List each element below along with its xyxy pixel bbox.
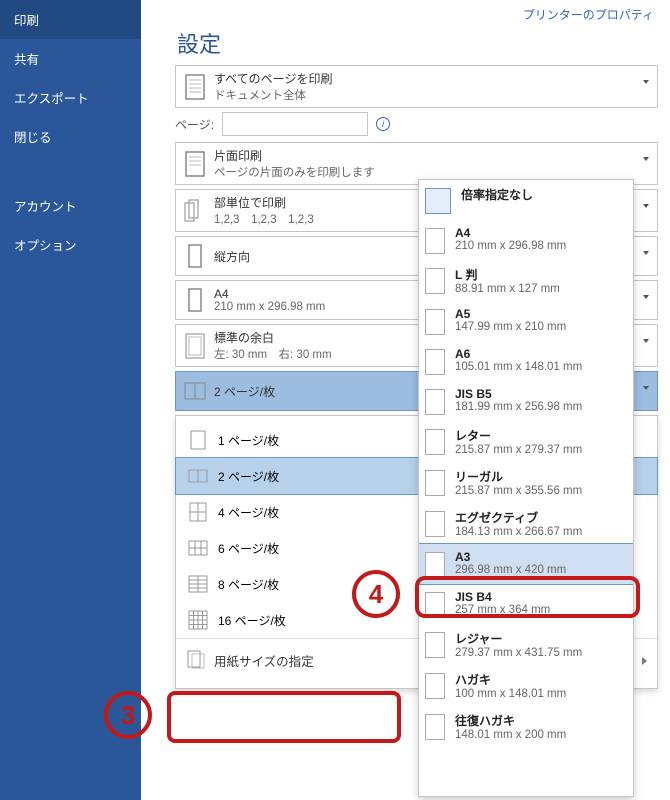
paper-icon	[182, 285, 208, 315]
paper-option-name: JIS B4	[455, 590, 550, 604]
collate-icon	[182, 196, 208, 226]
paper-thumb-icon	[425, 673, 445, 699]
paper-option-dim: 296.98 mm x 420 mm	[455, 564, 566, 576]
pages-input[interactable]	[222, 112, 368, 136]
paper-option-0[interactable]: 倍率指定なし	[419, 180, 633, 220]
paper-option-dim: 279.37 mm x 431.75 mm	[455, 647, 582, 659]
paper-option-name: リーガル	[455, 468, 582, 485]
paper-option-5[interactable]: JIS B5181.99 mm x 256.98 mm	[419, 381, 633, 421]
paper-thumb-icon	[425, 470, 445, 496]
arrow-right-icon	[642, 657, 647, 665]
eight-up-icon	[186, 572, 210, 596]
margin-icon	[182, 331, 208, 361]
sidebar-item-options[interactable]: オプション	[0, 225, 141, 264]
sidebar-item-close[interactable]: 閉じる	[0, 117, 141, 156]
chevron-down-icon	[643, 251, 649, 255]
print-range-dropdown[interactable]: すべてのページを印刷 ドキュメント全体	[175, 65, 658, 108]
paper-thumb-icon	[425, 188, 451, 214]
chevron-down-icon	[643, 80, 649, 84]
info-icon[interactable]: i	[376, 117, 390, 131]
paper-option-dim: 215.87 mm x 279.37 mm	[455, 444, 582, 456]
sidebar-item-print[interactable]: 印刷	[0, 0, 141, 39]
paper-option-name: A4	[455, 226, 566, 240]
paper-option-9[interactable]: A3296.98 mm x 420 mm	[418, 543, 634, 585]
paper-thumb-icon	[425, 511, 445, 537]
backstage-sidebar: 印刷 共有 エクスポート 閉じる アカウント オプション	[0, 0, 141, 800]
settings-title: 設定	[141, 25, 664, 65]
paper-option-dim: 210 mm x 296.98 mm	[455, 240, 566, 252]
paper-thumb-icon	[425, 714, 445, 740]
paper-thumb-icon	[425, 309, 445, 335]
pages-label: ページ:	[175, 116, 214, 133]
paper-option-name: レター	[455, 427, 582, 444]
print-range-value: すべてのページを印刷	[214, 70, 651, 87]
paper-option-name: JIS B5	[455, 387, 582, 401]
paper-thumb-icon	[425, 592, 445, 618]
single-side-icon	[182, 149, 208, 179]
paper-option-dim: 88.91 mm x 127 mm	[455, 283, 560, 295]
chevron-down-icon	[643, 157, 649, 161]
paper-option-13[interactable]: 往復ハガキ148.01 mm x 200 mm	[419, 706, 633, 747]
paper-option-dim: 215.87 mm x 355.56 mm	[455, 485, 582, 497]
paper-option-dim: 148.01 mm x 200 mm	[455, 729, 566, 741]
paper-option-name: A3	[455, 550, 566, 564]
paper-thumb-icon	[425, 268, 445, 294]
chevron-down-icon	[643, 339, 649, 343]
paper-option-dim: 147.99 mm x 210 mm	[455, 321, 566, 333]
printer-properties-link[interactable]: プリンターのプロパティ	[141, 0, 664, 25]
scale-paper-icon	[186, 649, 206, 672]
sidebar-item-share[interactable]: 共有	[0, 39, 141, 78]
sidebar-item-export[interactable]: エクスポート	[0, 78, 141, 117]
paper-option-1[interactable]: A4210 mm x 296.98 mm	[419, 220, 633, 260]
paper-option-name: エグゼクティブ	[455, 509, 582, 526]
paper-thumb-icon	[425, 632, 445, 658]
portrait-icon	[182, 241, 208, 271]
paper-option-2[interactable]: L 判88.91 mm x 127 mm	[419, 260, 633, 301]
paper-option-6[interactable]: レター215.87 mm x 279.37 mm	[419, 421, 633, 462]
chevron-down-icon	[643, 295, 649, 299]
chevron-down-icon	[643, 386, 649, 390]
paper-option-dim: 181.99 mm x 256.98 mm	[455, 401, 582, 413]
paper-thumb-icon	[425, 552, 445, 578]
paper-option-name: A5	[455, 307, 566, 321]
callout-4-circle: 4	[352, 570, 400, 618]
paper-option-8[interactable]: エグゼクティブ184.13 mm x 266.67 mm	[419, 503, 633, 544]
callout-3-circle: 3	[104, 691, 152, 739]
paper-option-4[interactable]: A6105.01 mm x 148.01 mm	[419, 341, 633, 381]
two-up-icon	[182, 376, 208, 406]
paper-thumb-icon	[425, 389, 445, 415]
paper-thumb-icon	[425, 228, 445, 254]
paper-option-7[interactable]: リーガル215.87 mm x 355.56 mm	[419, 462, 633, 503]
paper-option-10[interactable]: JIS B4257 mm x 364 mm	[419, 584, 633, 624]
paper-option-dim: 257 mm x 364 mm	[455, 604, 550, 616]
sixteen-up-icon	[186, 608, 210, 632]
one-up-icon	[186, 428, 210, 452]
paper-option-name: ハガキ	[455, 671, 566, 688]
paper-option-name: 倍率指定なし	[461, 186, 533, 203]
paper-option-dim: 184.13 mm x 266.67 mm	[455, 526, 582, 538]
paper-option-12[interactable]: ハガキ100 mm x 148.01 mm	[419, 665, 633, 706]
paper-option-dim: 100 mm x 148.01 mm	[455, 688, 566, 700]
paper-option-dim: 105.01 mm x 148.01 mm	[455, 361, 582, 373]
paper-size-popup: 倍率指定なしA4210 mm x 296.98 mmL 判88.91 mm x …	[418, 179, 634, 797]
four-up-icon	[186, 500, 210, 524]
six-up-icon	[186, 536, 210, 560]
page-icon	[182, 72, 208, 102]
paper-option-name: A6	[455, 347, 582, 361]
chevron-down-icon	[643, 204, 649, 208]
sidebar-item-account[interactable]: アカウント	[0, 186, 141, 225]
paper-option-3[interactable]: A5147.99 mm x 210 mm	[419, 301, 633, 341]
paper-thumb-icon	[425, 349, 445, 375]
paper-thumb-icon	[425, 429, 445, 455]
paper-option-name: L 判	[455, 266, 560, 283]
two-up-icon	[186, 464, 210, 488]
paper-option-name: レジャー	[455, 630, 582, 647]
paper-option-11[interactable]: レジャー279.37 mm x 431.75 mm	[419, 624, 633, 665]
paper-option-name: 往復ハガキ	[455, 712, 566, 729]
